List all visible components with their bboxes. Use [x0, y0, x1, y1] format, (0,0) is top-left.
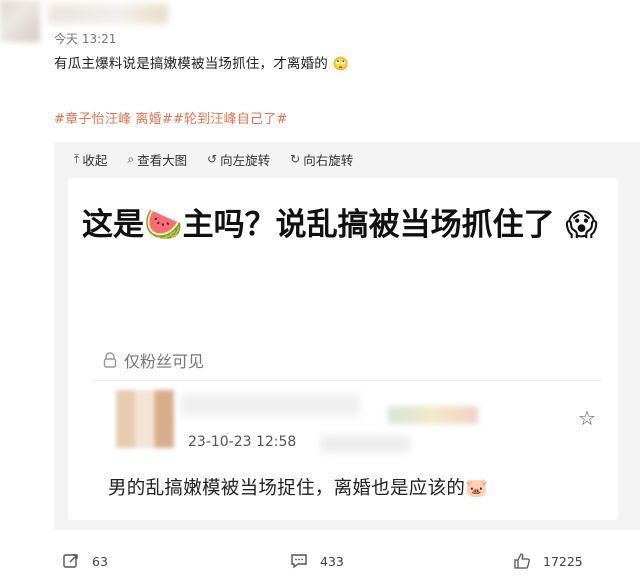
fans-only-text: 仅粉丝可见 — [124, 352, 205, 371]
magnifier-icon: ⌕ — [127, 151, 135, 166]
blurred-username[interactable] — [48, 4, 168, 24]
like-button[interactable]: 17225 — [513, 552, 583, 570]
eye-roll-emoji-icon: 🙄 — [332, 57, 349, 72]
collapse-button[interactable]: ⤒ 收起 — [74, 149, 107, 169]
comment-button[interactable]: 433 — [290, 552, 344, 570]
watermelon-icon: 🍉 — [144, 207, 183, 243]
image-title-part1: 这是 — [82, 207, 144, 243]
post-timestamp[interactable]: 今天 13:21 — [54, 30, 116, 47]
star-icon: ☆ — [578, 406, 596, 430]
view-full-label: 查看大图 — [137, 152, 188, 168]
collapse-icon: ⤒ — [74, 151, 80, 166]
repost-icon — [63, 554, 78, 568]
screaming-face-icon: 😱 — [565, 207, 598, 243]
blurred-extra — [320, 436, 410, 452]
repost-button[interactable]: 63 — [62, 552, 108, 570]
comment-icon — [291, 554, 307, 569]
post-text: 有瓜主爆料说是搞嫩模被当场抓住，才离婚的 🙄 — [54, 52, 349, 72]
commenter-avatar — [116, 390, 174, 448]
rotate-right-label: 向右旋转 — [303, 152, 354, 168]
blurred-commenter-name — [180, 394, 360, 416]
thumbs-up-icon — [514, 553, 530, 569]
lock-icon — [103, 352, 117, 368]
post-header: 今天 13:21 — [0, 0, 640, 48]
collapse-label: 收起 — [82, 152, 108, 168]
divider — [92, 380, 602, 381]
pig-face-icon: 🐷 — [465, 478, 489, 499]
fans-only-label: 仅粉丝可见 — [102, 348, 204, 372]
image-toolbar: ⤒ 收起 ⌕ 查看大图 ↺ 向左旋转 ↻ 向右旋转 — [74, 149, 353, 169]
comment-date: 23-10-23 12:58 — [188, 434, 297, 450]
rotate-right-icon: ↻ — [290, 152, 301, 166]
comment-text-body: 男的乱搞嫩模被当场捉住，离婚也是应该的 — [108, 478, 466, 499]
repost-count: 63 — [92, 553, 108, 569]
image-title: 这是🍉主吗？说乱搞被当场抓住了 😱 — [82, 202, 612, 248]
comment-text: 男的乱搞嫩模被当场捉住，离婚也是应该的🐷 — [108, 474, 489, 500]
post-text-body: 有瓜主爆料说是搞嫩模被当场抓住，才离婚的 — [54, 56, 328, 72]
like-count: 17225 — [543, 553, 583, 569]
rotate-left-label: 向左旋转 — [220, 152, 271, 168]
post-footer: 63 433 17225 — [0, 548, 640, 578]
view-full-image-button[interactable]: ⌕ 查看大图 — [127, 149, 187, 169]
image-title-part2: 主吗？说乱搞被当场抓住了 — [182, 207, 555, 243]
rotate-left-button[interactable]: ↺ 向左旋转 — [207, 149, 270, 169]
rotate-left-icon: ↺ — [207, 152, 218, 166]
image-viewer: ⤒ 收起 ⌕ 查看大图 ↺ 向左旋转 ↻ 向右旋转 这是🍉主吗？说乱搞被当场抓住… — [54, 142, 640, 530]
comment-count: 433 — [320, 553, 344, 569]
screenshot-image[interactable]: 这是🍉主吗？说乱搞被当场抓住了 😱 仅粉丝可见 23-10-23 12:58 ☆… — [68, 178, 618, 520]
blurred-badges — [388, 406, 478, 424]
post-tags[interactable]: #章子怡汪峰 离婚##轮到汪峰自己了# — [54, 108, 288, 127]
rotate-right-button[interactable]: ↻ 向右旋转 — [290, 149, 353, 169]
avatar[interactable] — [0, 0, 40, 42]
